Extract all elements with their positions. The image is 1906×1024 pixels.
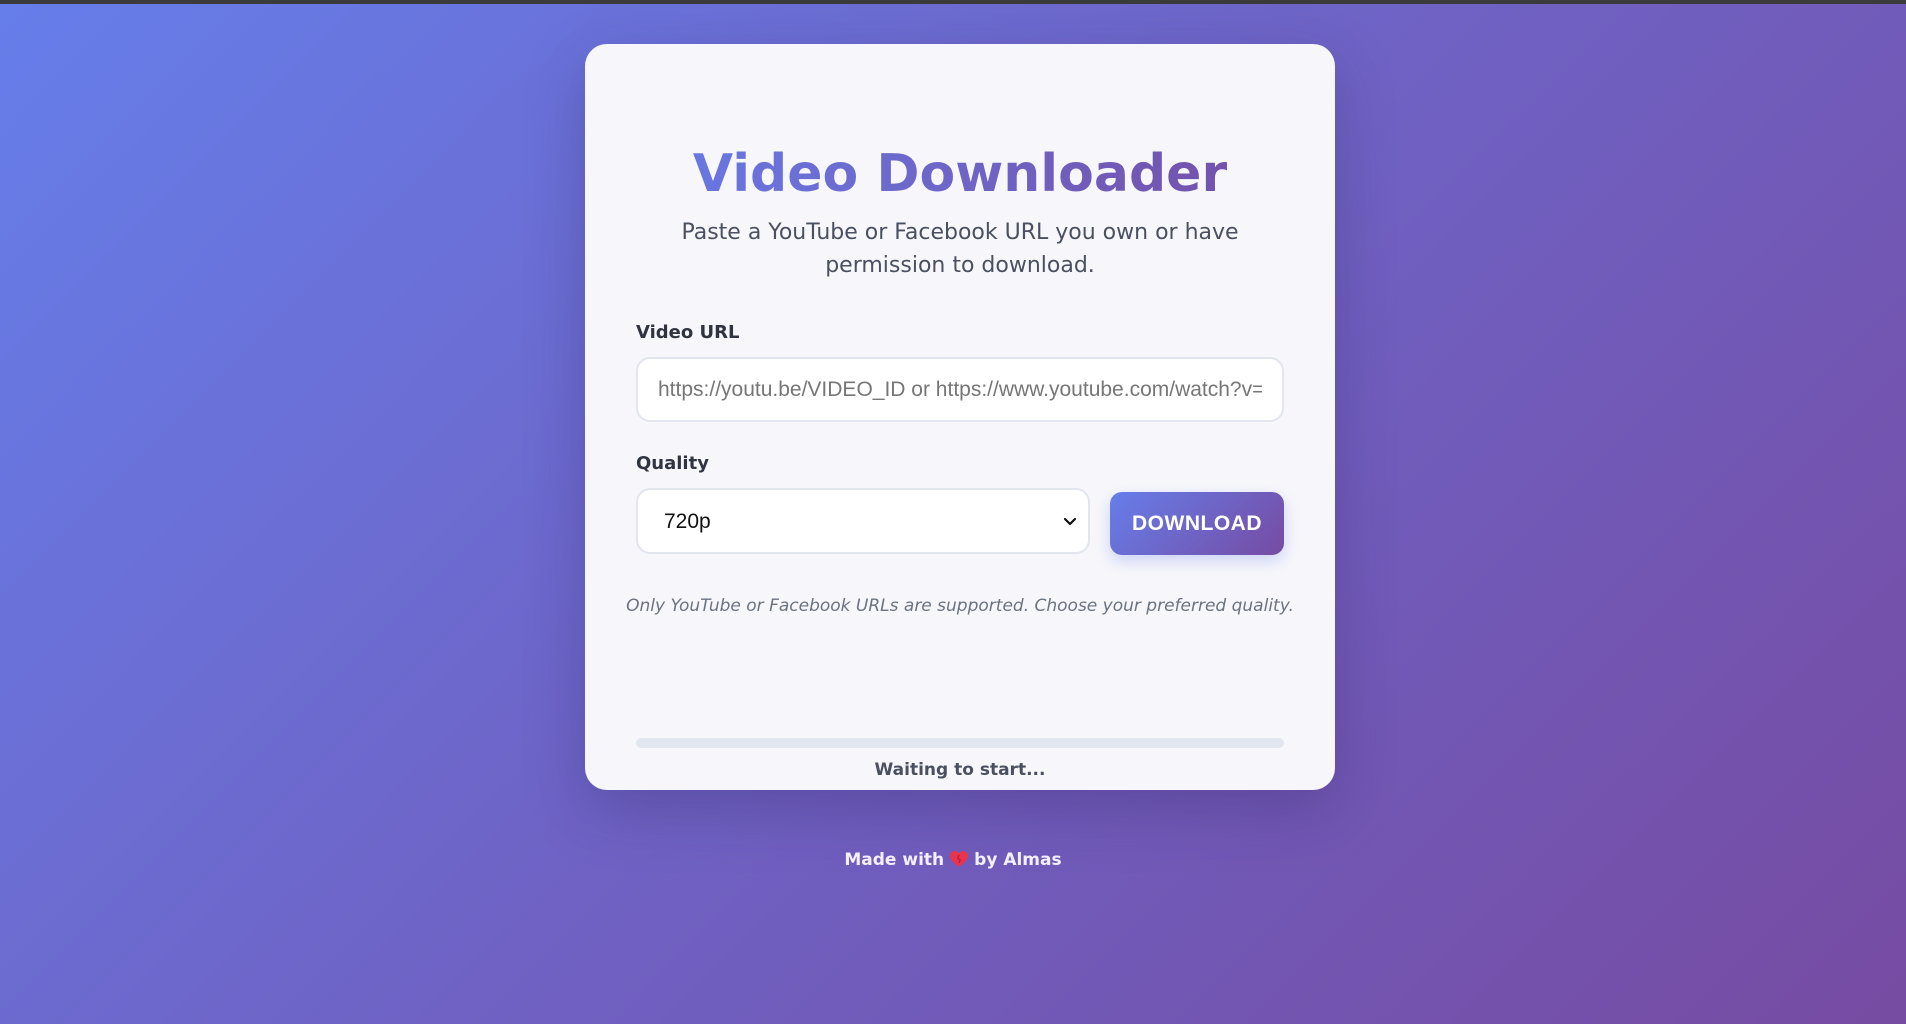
- window-top-edge: [0, 0, 1906, 4]
- quality-label: Quality: [636, 453, 709, 474]
- downloader-card: Video Downloader Paste a YouTube or Face…: [585, 44, 1335, 790]
- supported-urls-hint: Only YouTube or Facebook URLs are suppor…: [626, 596, 1294, 616]
- heart-icon: [950, 851, 969, 867]
- quality-selected-value: 720p: [664, 510, 711, 533]
- video-url-label: Video URL: [636, 322, 740, 343]
- download-button[interactable]: DOWNLOAD: [1110, 492, 1284, 555]
- video-url-input[interactable]: [636, 357, 1284, 422]
- footer-credit: Made with by Almas: [0, 850, 1906, 870]
- footer-prefix: Made with: [844, 850, 945, 870]
- footer-suffix: by Almas: [974, 850, 1062, 870]
- progress-status: Waiting to start...: [874, 760, 1046, 780]
- chevron-down-icon: [1063, 517, 1077, 526]
- progress-bar: [636, 738, 1284, 748]
- quality-select[interactable]: 720p: [636, 488, 1090, 554]
- page-title: Video Downloader: [585, 142, 1335, 206]
- page-subtitle: Paste a YouTube or Facebook URL you own …: [681, 220, 1239, 278]
